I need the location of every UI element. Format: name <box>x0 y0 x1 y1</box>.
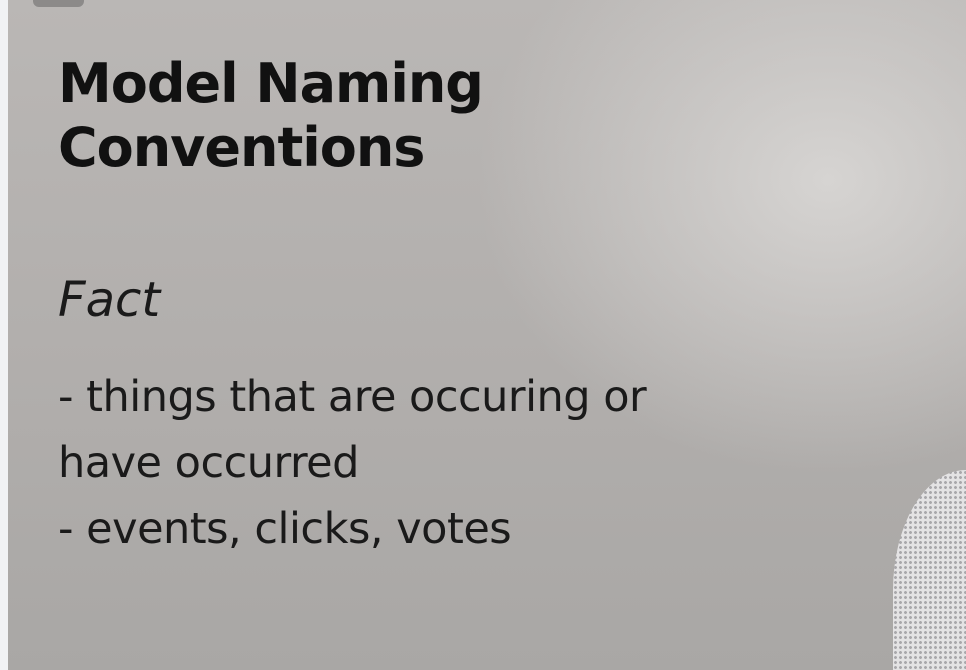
body-line: have occurred <box>58 438 359 488</box>
title-line: Conventions <box>58 116 425 179</box>
video-frame: Model Naming Conventions Fact - things t… <box>8 0 966 670</box>
slide-subtitle: Fact <box>58 272 161 328</box>
body-line: - events, clicks, votes <box>58 504 512 554</box>
player-control[interactable] <box>33 0 84 7</box>
slide-title: Model Naming Conventions <box>58 52 484 180</box>
title-line: Model Naming <box>58 52 484 115</box>
slide-body: - things that are occuring or have occur… <box>58 364 647 562</box>
body-line: - things that are occuring or <box>58 372 647 422</box>
presenter-shoulder <box>893 470 966 670</box>
